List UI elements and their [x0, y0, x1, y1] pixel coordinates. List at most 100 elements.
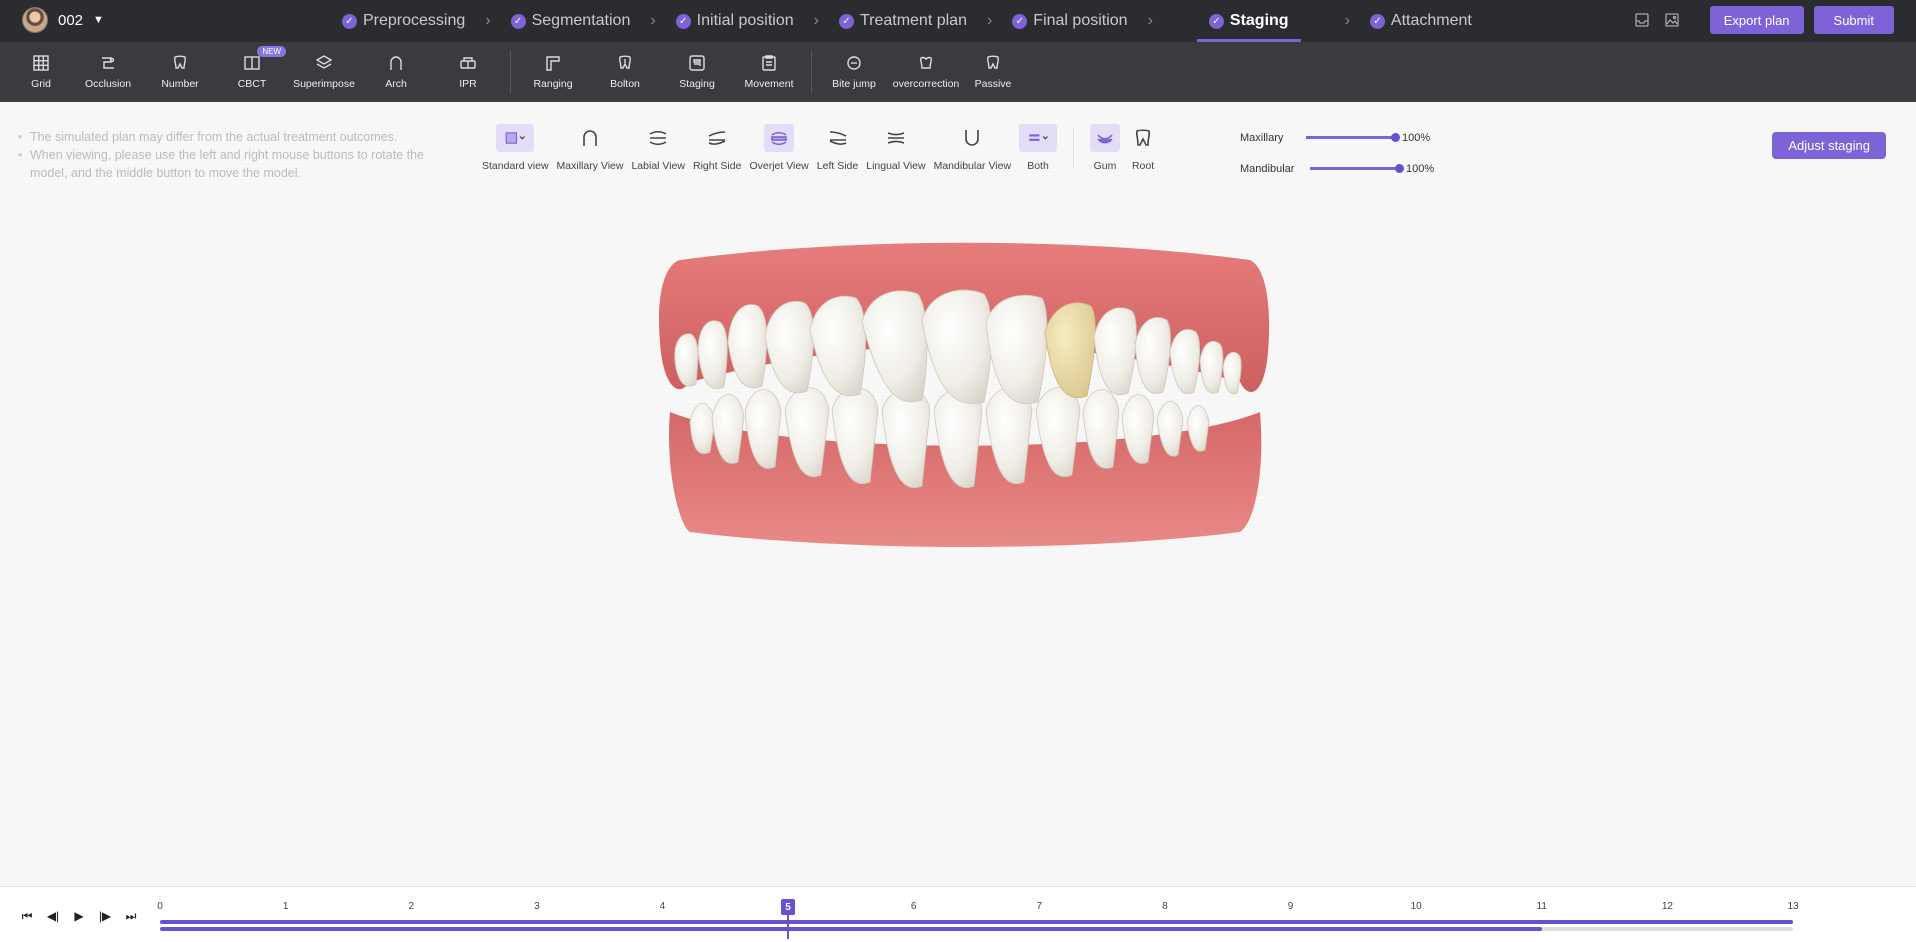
- toolbar-divider: [811, 50, 812, 94]
- submit-button[interactable]: Submit: [1813, 6, 1894, 34]
- timeline-tick: 7: [1036, 901, 1043, 912]
- timeline-tick: 2: [408, 901, 414, 912]
- slider-knob[interactable]: [1391, 133, 1400, 142]
- step-initial-position[interactable]: ✓ Initial position: [675, 0, 794, 42]
- timeline-tick: 1: [282, 901, 289, 912]
- step-final-position[interactable]: ✓ Final position: [1012, 0, 1128, 42]
- top-nav: 002 ▼ ✓ Preprocessing › ✓ Segmentation › ✓…: [0, 0, 1916, 42]
- slider-knob[interactable]: [1395, 164, 1404, 173]
- view-standard[interactable]: Standard view: [482, 124, 549, 172]
- lower-stage-progress: [160, 927, 1542, 931]
- step-attachment[interactable]: ✓ Attachment: [1369, 0, 1472, 42]
- patient-selector[interactable]: 002 ▼: [22, 7, 104, 33]
- step-label: Attachment: [1390, 12, 1472, 29]
- tool-bite-jump[interactable]: Bite jump: [818, 54, 890, 90]
- view-label: Labial View: [631, 160, 685, 172]
- tool-ipr[interactable]: IPR: [432, 54, 504, 90]
- layers-icon: [315, 55, 333, 69]
- ruler-icon: [546, 56, 560, 71]
- tool-movement[interactable]: Movement: [733, 54, 805, 90]
- toggle-gum[interactable]: Gum: [1090, 124, 1121, 172]
- tool-passive[interactable]: Passive: [962, 54, 1024, 90]
- view-maxillary[interactable]: Maxillary View: [556, 124, 624, 172]
- step-staging[interactable]: ✓ Staging: [1196, 0, 1301, 42]
- lower-stage-track[interactable]: [160, 927, 1793, 931]
- tool-bolton[interactable]: Bolton: [589, 54, 661, 90]
- current-stage-marker[interactable]: 5: [781, 899, 796, 915]
- tool-cbct[interactable]: NEW CBCT: [216, 46, 288, 90]
- tool-number[interactable]: Number: [144, 54, 216, 90]
- tool-occlusion[interactable]: Occlusion: [72, 54, 144, 90]
- viewing-notes: The simulated plan may differ from the a…: [18, 128, 438, 182]
- tool-ranging[interactable]: Ranging: [517, 54, 589, 90]
- view-left-side[interactable]: Left Side: [817, 124, 858, 172]
- view-label: Lingual View: [866, 160, 926, 172]
- inbox-icon[interactable]: [1632, 10, 1652, 30]
- tool-grid[interactable]: Grid: [10, 54, 72, 90]
- view-both[interactable]: Both: [1019, 124, 1058, 172]
- adjust-staging-button[interactable]: Adjust staging: [1772, 132, 1886, 159]
- current-stage-line: [787, 915, 790, 939]
- tool-label: Superimpose: [293, 78, 355, 90]
- check-icon: ✓: [1012, 13, 1028, 29]
- skip-to-end-icon[interactable]: ⏭: [124, 909, 138, 923]
- mandibular-view-icon: [965, 130, 980, 146]
- occlusion-icon: [102, 57, 115, 69]
- toggle-root[interactable]: Root: [1128, 124, 1158, 172]
- tool-staging[interactable]: Staging: [661, 54, 733, 90]
- view-label: Maxillary View: [556, 160, 624, 172]
- check-icon: ✓: [1369, 13, 1385, 29]
- export-plan-button[interactable]: Export plan: [1709, 6, 1804, 34]
- view-mandibular[interactable]: Mandibular View: [934, 124, 1011, 172]
- dental-model[interactable]: [650, 242, 1280, 552]
- mandibular-opacity-slider[interactable]: [1310, 164, 1404, 173]
- view-label: Both: [1027, 160, 1049, 172]
- play-icon[interactable]: ▶: [72, 909, 86, 923]
- view-overjet[interactable]: Overjet View: [749, 124, 809, 172]
- chevron-right-icon: ›: [813, 12, 819, 29]
- tool-superimpose[interactable]: Superimpose: [288, 54, 360, 90]
- image-icon[interactable]: [1662, 10, 1682, 30]
- both-jaws-icon: [1029, 134, 1048, 141]
- view-right-side[interactable]: Right Side: [693, 124, 741, 172]
- step-label: Preprocessing: [363, 12, 466, 29]
- check-icon: ✓: [342, 13, 357, 29]
- workflow-steps: ✓ Preprocessing › ✓ Segmentation › ✓ Initia…: [342, 0, 1472, 42]
- check-icon: ✓: [838, 13, 854, 29]
- tool-label: Staging: [679, 78, 715, 90]
- passive-tooth-icon: [987, 55, 999, 69]
- chevron-right-icon: ›: [1147, 12, 1153, 29]
- view-labial[interactable]: Labial View: [631, 124, 685, 172]
- standard-view-icon: [505, 132, 526, 144]
- view-label: Standard view: [482, 160, 549, 172]
- right-side-icon: [708, 131, 726, 145]
- cbct-icon: [244, 56, 260, 70]
- 3d-viewport[interactable]: The simulated plan may differ from the a…: [0, 102, 1916, 886]
- overcorrection-icon: [920, 56, 932, 69]
- view-label: Mandibular View: [933, 160, 1012, 172]
- playback-controls: ⏮ ◀‎| ▶ |▶ ⏭: [20, 909, 138, 924]
- skip-to-start-icon[interactable]: ⏮: [20, 909, 34, 923]
- timeline-tick: 0: [157, 901, 163, 912]
- step-preprocessing[interactable]: ✓ Preprocessing: [342, 0, 465, 42]
- tool-overcorrection[interactable]: overcorrection: [890, 54, 962, 90]
- maxillary-opacity-slider[interactable]: [1306, 133, 1400, 142]
- timeline-tick: 3: [534, 901, 540, 912]
- note-item: When viewing, please use the left and ri…: [18, 146, 438, 182]
- step-treatment-plan[interactable]: ✓ Treatment plan: [838, 0, 967, 42]
- step-forward-icon[interactable]: |▶: [98, 909, 112, 923]
- left-side-icon: [829, 131, 846, 145]
- timeline-tick: 9: [1287, 901, 1294, 912]
- view-lingual[interactable]: Lingual View: [866, 124, 926, 172]
- tool-label: Bite jump: [832, 78, 876, 90]
- view-label: Gum: [1093, 160, 1117, 172]
- step-back-icon[interactable]: ◀‎|: [46, 909, 60, 923]
- tools-toolbar: Grid Occlusion Number NEW CBCT Superimpo…: [0, 42, 1916, 102]
- note-item: The simulated plan may differ from the a…: [18, 128, 438, 146]
- timeline-tick: 4: [659, 901, 666, 912]
- tool-label: Passive: [974, 78, 1012, 90]
- tool-arch[interactable]: Arch: [360, 54, 432, 90]
- step-segmentation[interactable]: ✓ Segmentation: [510, 0, 630, 42]
- upper-stage-track[interactable]: [160, 920, 1793, 924]
- check-icon: ✓: [510, 13, 526, 29]
